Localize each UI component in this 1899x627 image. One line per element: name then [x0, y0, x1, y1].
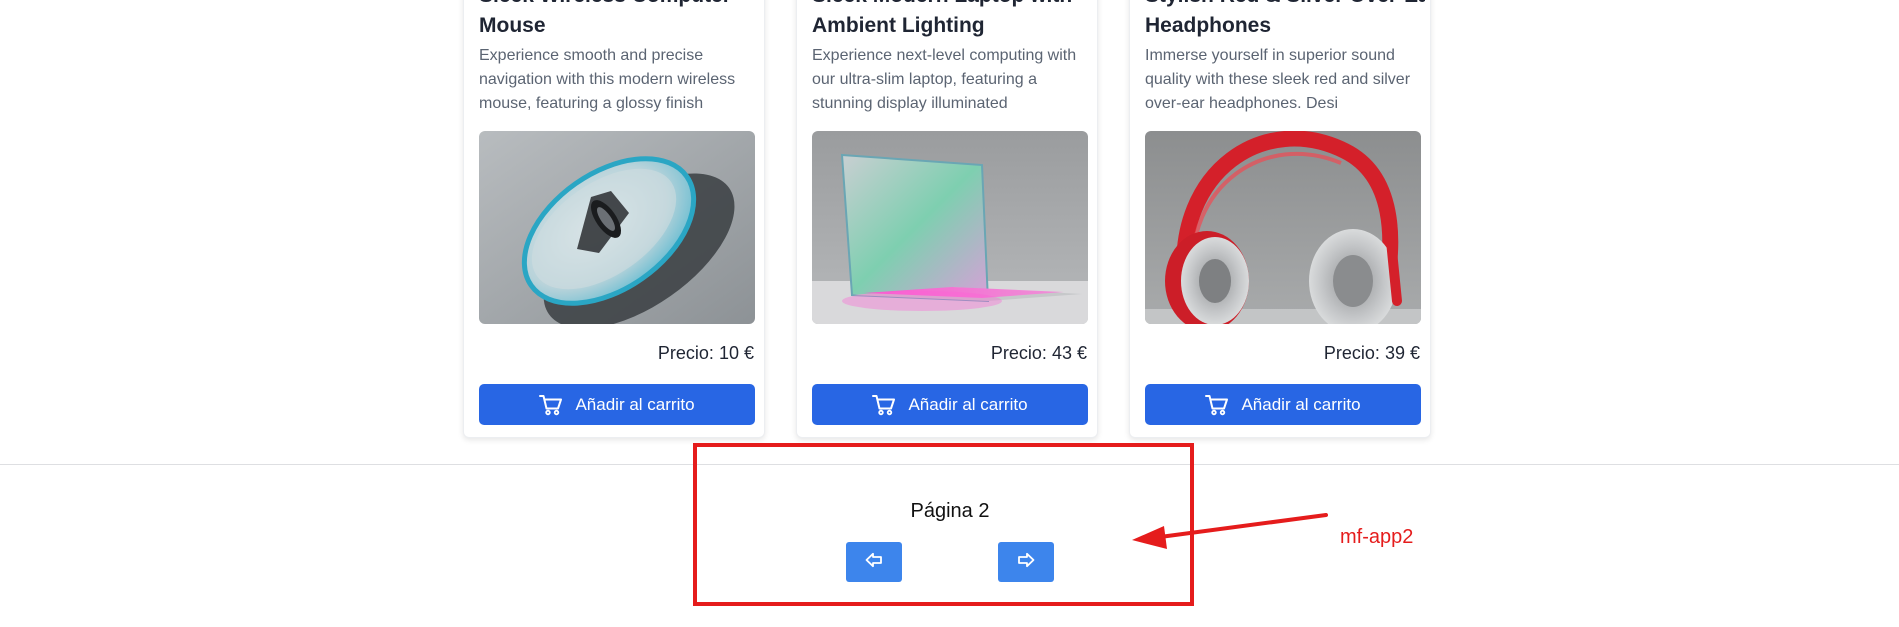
- product-title-line1: Sleek Wireless Computer: [479, 0, 759, 11]
- previous-page-button[interactable]: [846, 542, 902, 582]
- price-label: Precio:: [1323, 343, 1380, 363]
- product-title: Sleek Modern Laptop with Ambient Lightin…: [812, 0, 1092, 41]
- cart-icon: [1205, 394, 1229, 416]
- price-value: 39 €: [1384, 343, 1420, 363]
- add-to-cart-label: Añadir al carrito: [575, 394, 695, 414]
- cart-icon: [872, 394, 896, 416]
- product-title: Sleek Wireless Computer Mouse: [479, 0, 759, 41]
- product-image: [812, 131, 1088, 324]
- annotation-label: mf-app2: [1340, 526, 1414, 548]
- product-price: Precio: 39 €: [1324, 343, 1420, 364]
- price-value: 10 €: [718, 343, 754, 363]
- arrow-left-icon: [865, 552, 883, 573]
- laptop-photo: [812, 131, 1088, 324]
- product-title-line1: Sleek Modern Laptop with: [812, 0, 1092, 11]
- product-card: Stylish Red & Silver Over-Ear Headphones…: [1129, 0, 1431, 438]
- mf-app2-highlight-box: [693, 443, 1194, 606]
- add-to-cart-label: Añadir al carrito: [1241, 394, 1361, 414]
- add-to-cart-button[interactable]: Añadir al carrito: [479, 384, 755, 425]
- product-price: Precio: 43 €: [991, 343, 1087, 364]
- headphones-photo: [1145, 131, 1421, 324]
- price-value: 43 €: [1051, 343, 1087, 363]
- product-image: [479, 131, 755, 324]
- product-image: [1145, 131, 1421, 324]
- product-title-line2: Mouse: [479, 14, 546, 37]
- product-card: Sleek Wireless Computer Mouse Experience…: [463, 0, 765, 438]
- product-card: Sleek Modern Laptop with Ambient Lightin…: [796, 0, 1098, 438]
- cart-icon: [539, 394, 563, 416]
- product-description: Immerse yourself in superior sound quali…: [1145, 47, 1411, 112]
- product-description: Experience next-level computing with our…: [812, 47, 1077, 112]
- page: Sleek Wireless Computer Mouse Experience…: [0, 0, 1899, 627]
- add-to-cart-button[interactable]: Añadir al carrito: [1145, 384, 1421, 425]
- wireless-mouse-photo: [479, 131, 755, 324]
- product-title: Stylish Red & Silver Over-Ear Headphones: [1145, 0, 1425, 41]
- price-label: Precio:: [657, 343, 714, 363]
- product-title-line2: Headphones: [1145, 14, 1272, 37]
- add-to-cart-label: Añadir al carrito: [908, 394, 1028, 414]
- next-page-button[interactable]: [998, 542, 1054, 582]
- price-label: Precio:: [990, 343, 1047, 363]
- product-price: Precio: 10 €: [658, 343, 754, 364]
- product-description: Experience smooth and precise navigation…: [479, 47, 736, 112]
- product-title-line1: Stylish Red & Silver Over-Ear: [1145, 0, 1425, 11]
- arrow-right-icon: [1017, 552, 1035, 573]
- product-title-line2: Ambient Lighting: [812, 14, 985, 37]
- add-to-cart-button[interactable]: Añadir al carrito: [812, 384, 1088, 425]
- page-indicator: Página 2: [910, 500, 990, 522]
